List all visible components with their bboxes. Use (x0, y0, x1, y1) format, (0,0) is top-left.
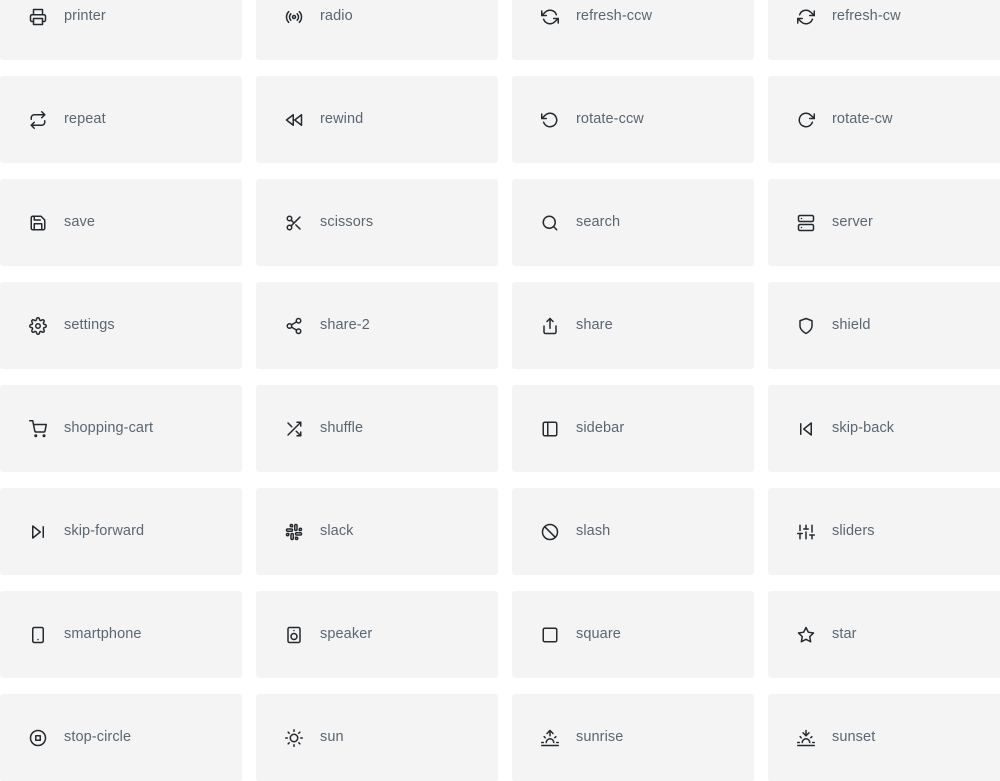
rewind-icon (285, 111, 303, 129)
icon-label: smartphone (64, 626, 142, 643)
icon-card-slash[interactable]: slash (512, 488, 754, 575)
icon-card-skip-forward[interactable]: skip-forward (0, 488, 242, 575)
icon-label: sliders (832, 523, 875, 540)
icon-card-search[interactable]: search (512, 179, 754, 266)
refresh-ccw-icon (541, 8, 559, 26)
icon-card-rotate-cw[interactable]: rotate-cw (768, 76, 1000, 163)
icon-card-sunrise[interactable]: sunrise (512, 694, 754, 781)
shield-icon (797, 317, 815, 335)
icon-label: skip-back (832, 420, 895, 437)
icon-label: rotate-cw (832, 111, 893, 128)
share-2-icon (285, 317, 303, 335)
icon-label: rewind (320, 111, 364, 128)
sun-icon (285, 728, 303, 747)
shopping-cart-icon (29, 419, 47, 438)
icon-label: refresh-cw (832, 8, 901, 25)
sliders-icon (797, 523, 815, 541)
icon-card-printer[interactable]: printer (0, 0, 242, 60)
share-icon (541, 317, 559, 335)
icon-card-scissors[interactable]: scissors (256, 179, 498, 266)
icon-card-sunset[interactable]: sunset (768, 694, 1000, 781)
icon-label: settings (64, 317, 115, 334)
icon-label: share (576, 317, 613, 334)
icon-card-rewind[interactable]: rewind (256, 76, 498, 163)
icon-label: skip-forward (64, 523, 145, 540)
icon-card-star[interactable]: star (768, 591, 1000, 678)
icon-label: share-2 (320, 317, 370, 334)
icon-label: shopping-cart (64, 420, 154, 437)
icon-card-shield[interactable]: shield (768, 282, 1000, 369)
icon-label: sunset (832, 729, 876, 746)
slack-icon (285, 523, 303, 541)
icon-card-share-2[interactable]: share-2 (256, 282, 498, 369)
settings-icon (29, 316, 47, 335)
icon-card-radio[interactable]: radio (256, 0, 498, 60)
icon-label: rotate-ccw (576, 111, 644, 128)
printer-icon (29, 8, 47, 26)
icon-label: slack (320, 523, 354, 540)
icon-label: radio (320, 8, 353, 25)
icon-card-repeat[interactable]: repeat (0, 76, 242, 163)
icon-label: sun (320, 729, 344, 746)
scissors-icon (285, 214, 303, 232)
search-icon (541, 214, 559, 232)
rotate-cw-icon (797, 111, 815, 129)
icon-card-slack[interactable]: slack (256, 488, 498, 575)
icon-label: square (576, 626, 621, 643)
icon-card-stop-circle[interactable]: stop-circle (0, 694, 242, 781)
icon-card-sidebar[interactable]: sidebar (512, 385, 754, 472)
icon-card-smartphone[interactable]: smartphone (0, 591, 242, 678)
radio-icon (285, 8, 303, 26)
icon-label: refresh-ccw (576, 8, 653, 25)
icon-card-server[interactable]: server (768, 179, 1000, 266)
square-icon (541, 626, 559, 644)
icon-label: sunrise (576, 729, 624, 746)
slash-icon (541, 523, 559, 541)
smartphone-icon (29, 626, 47, 644)
icon-label: shield (832, 317, 871, 334)
icon-card-sliders[interactable]: sliders (768, 488, 1000, 575)
icon-card-rotate-ccw[interactable]: rotate-ccw (512, 76, 754, 163)
skip-forward-icon (29, 523, 47, 541)
save-icon (29, 214, 47, 232)
rotate-ccw-icon (541, 111, 559, 129)
icon-card-shuffle[interactable]: shuffle (256, 385, 498, 472)
refresh-cw-icon (797, 8, 815, 26)
shuffle-icon (285, 420, 303, 438)
icon-card-refresh-ccw[interactable]: refresh-ccw (512, 0, 754, 60)
sunset-icon (797, 729, 815, 747)
icon-card-shopping-cart[interactable]: shopping-cart (0, 385, 242, 472)
icon-label: search (576, 214, 621, 231)
stop-circle-icon (29, 729, 47, 747)
icon-label: sidebar (576, 420, 625, 437)
icon-card-speaker[interactable]: speaker (256, 591, 498, 678)
speaker-icon (285, 626, 303, 644)
icon-gallery-grid: printer radio refresh-ccw refresh-cw repeat r… (0, 0, 1000, 781)
icon-label: star (832, 626, 857, 643)
icon-label: speaker (320, 626, 373, 643)
star-icon (797, 626, 815, 644)
sunrise-icon (541, 729, 559, 747)
icon-card-refresh-cw[interactable]: refresh-cw (768, 0, 1000, 60)
skip-back-icon (797, 420, 815, 438)
icon-label: shuffle (320, 420, 364, 437)
icon-card-sun[interactable]: sun (256, 694, 498, 781)
icon-label: stop-circle (64, 729, 132, 746)
icon-label: save (64, 214, 96, 231)
icon-card-skip-back[interactable]: skip-back (768, 385, 1000, 472)
server-icon (797, 214, 815, 232)
icon-label: repeat (64, 111, 106, 128)
icon-label: printer (64, 8, 106, 25)
sidebar-icon (541, 420, 559, 438)
repeat-icon (29, 110, 47, 129)
icon-label: scissors (320, 214, 374, 231)
icon-label: slash (576, 523, 611, 540)
icon-card-save[interactable]: save (0, 179, 242, 266)
icon-card-settings[interactable]: settings (0, 282, 242, 369)
icon-label: server (832, 214, 873, 231)
icon-card-share[interactable]: share (512, 282, 754, 369)
icon-card-square[interactable]: square (512, 591, 754, 678)
